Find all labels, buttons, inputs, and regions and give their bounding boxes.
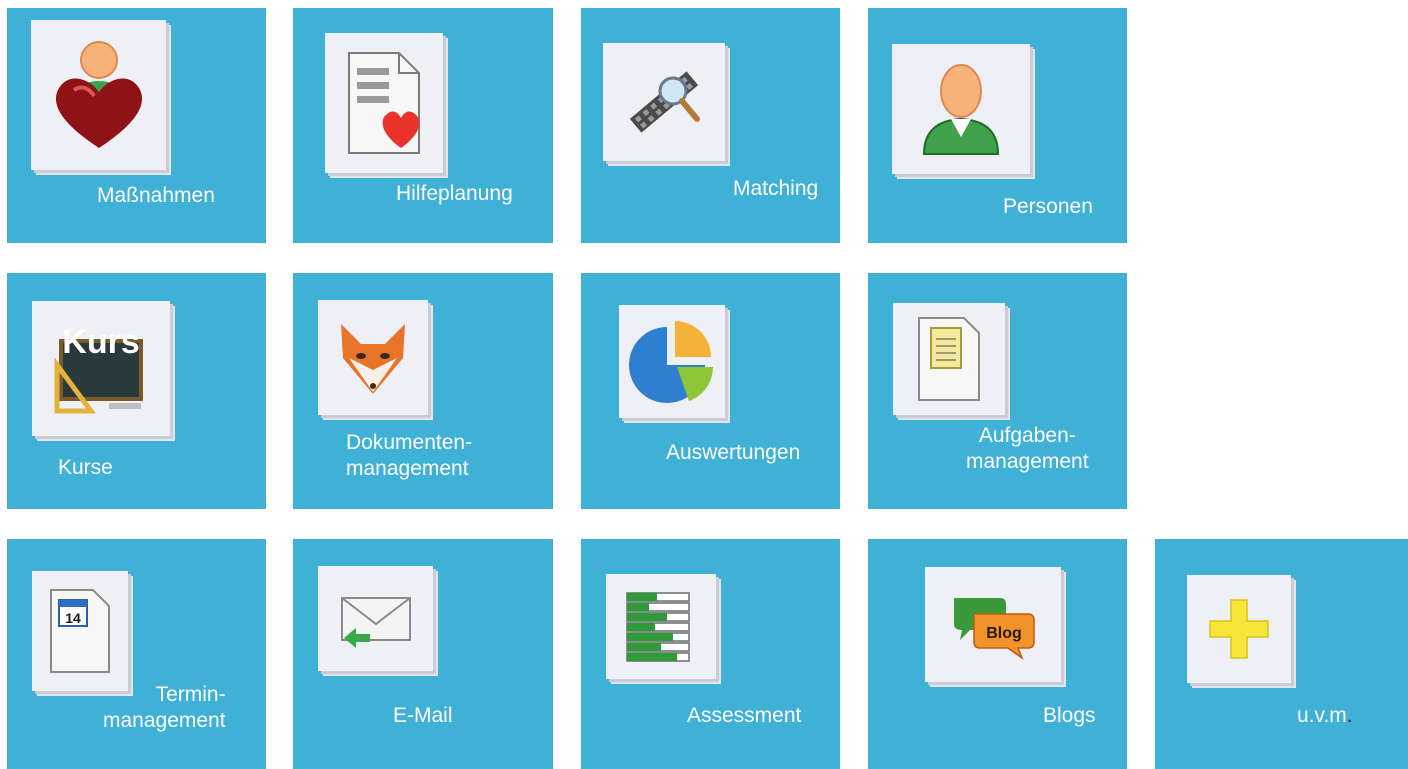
pie-chart-icon — [619, 305, 725, 418]
tile-label-line1: Termin- — [155, 683, 226, 706]
tile-label-line1: Aufgaben- — [978, 424, 1076, 447]
tile-label-line2: management — [346, 457, 469, 480]
blog-bubble-text: Blog — [986, 625, 1022, 642]
tile-matching[interactable]: Matching — [581, 8, 840, 243]
tile-hilfeplanung[interactable]: Hilfeplanung — [293, 8, 553, 243]
blog-bubbles-icon: Blog — [925, 567, 1061, 682]
tile-label-line2: management — [966, 450, 1089, 473]
tile-aufgabenmanagement[interactable]: Aufgaben- management — [868, 273, 1127, 509]
tile-dokumentenmanagement[interactable]: Dokumenten- management — [293, 273, 553, 509]
tile-terminmanagement[interactable]: 14 Termin- management — [7, 539, 266, 769]
calendar-day: 14 — [65, 610, 81, 626]
heart-person-icon — [31, 20, 166, 170]
tile-email[interactable]: E-Mail — [293, 539, 553, 769]
person-icon — [892, 44, 1030, 174]
fox-icon — [318, 300, 428, 415]
tile-label-line2: management — [103, 709, 226, 732]
tile-label: Blogs — [1043, 704, 1096, 727]
tile-label: Assessment — [687, 704, 802, 727]
document-heart-icon — [325, 33, 443, 173]
tile-label: Hilfeplanung — [396, 182, 513, 205]
tile-label-line1: Dokumenten- — [346, 431, 473, 454]
tile-massnahmen[interactable]: Maßnahmen — [7, 8, 266, 243]
tile-label: Personen — [1003, 195, 1093, 218]
plus-icon — [1187, 575, 1291, 683]
tile-label: Dokumenten- management — [346, 430, 472, 482]
tile-personen[interactable]: Personen — [868, 8, 1127, 243]
tile-kurse[interactable]: Kurs Kurse — [7, 273, 266, 509]
tile-label: Maßnahmen — [97, 184, 215, 207]
envelope-icon — [318, 566, 433, 671]
tile-label: Auswertungen — [666, 441, 801, 464]
clipboard-icon — [893, 303, 1005, 415]
tile-assessment[interactable]: Assessment — [581, 539, 840, 769]
tile-label: E-Mail — [393, 704, 453, 727]
tile-label-text: u.v.m — [1297, 704, 1347, 727]
list-bars-icon — [606, 574, 716, 679]
tile-label: Termin- management — [103, 682, 226, 734]
tile-label: Aufgaben- management — [966, 423, 1089, 475]
magnifier-icon — [603, 43, 725, 161]
calendar-icon: 14 — [32, 571, 128, 691]
tile-label-dot: . — [1346, 704, 1353, 727]
tile-label: Kurse — [58, 456, 113, 479]
tile-auswertungen[interactable]: Auswertungen — [581, 273, 840, 509]
tile-uvm[interactable]: u.v.m. — [1155, 539, 1408, 769]
chalkboard-text: Kurs — [62, 323, 139, 361]
tile-label: u.v.m. — [1297, 703, 1353, 729]
tile-label: Matching — [733, 177, 819, 200]
tile-blogs[interactable]: Blog Blogs — [868, 539, 1127, 769]
chalkboard-icon: Kurs — [32, 301, 170, 436]
